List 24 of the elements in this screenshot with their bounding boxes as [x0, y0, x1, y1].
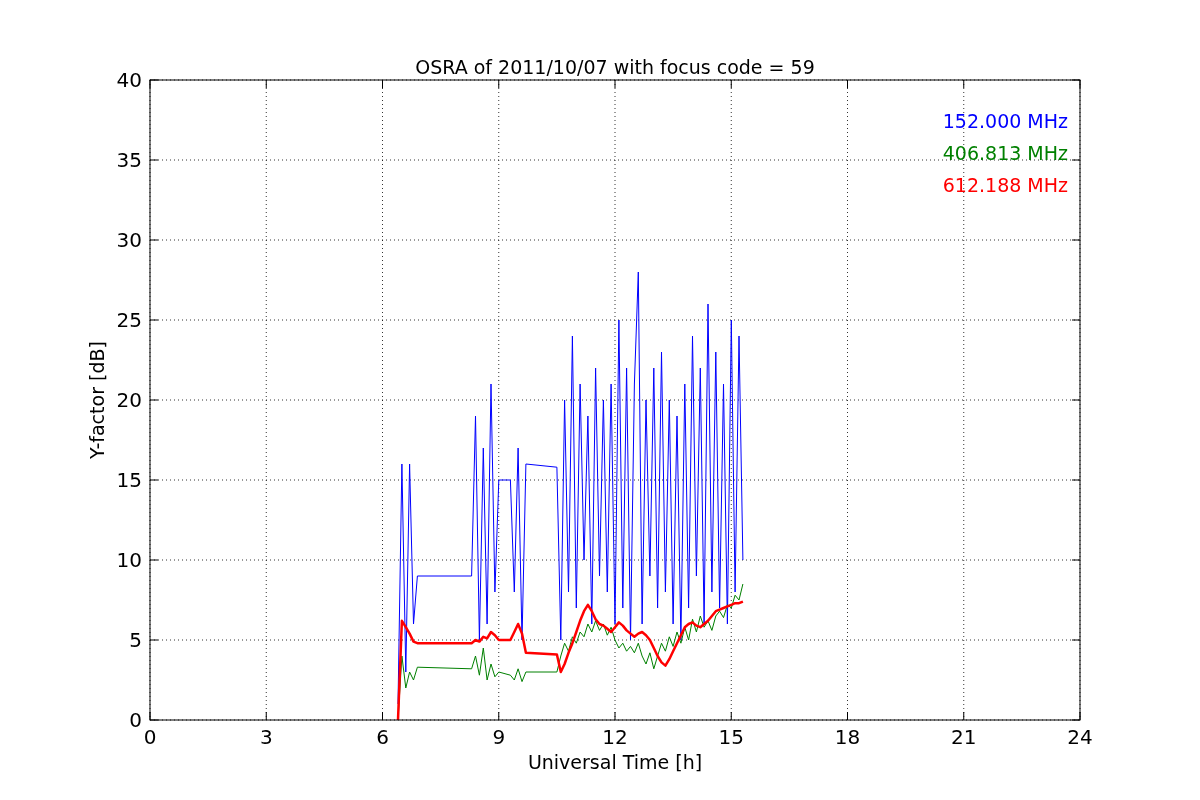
tick-label: 12 — [602, 725, 628, 749]
tick-label: 30 — [116, 228, 142, 252]
tick-label: 40 — [116, 68, 142, 92]
tick-label: 25 — [116, 308, 142, 332]
tick-label: 0 — [143, 725, 157, 749]
axis-label: Y-factor [dB] — [86, 341, 108, 459]
tick-label: 10 — [116, 548, 142, 572]
legend-label: 406.813 MHz — [942, 142, 1068, 164]
tick-label: 15 — [116, 468, 142, 492]
tick-label: 9 — [492, 725, 506, 749]
tick-label: 35 — [116, 148, 142, 172]
tick-label: 5 — [129, 628, 142, 652]
tick-label: 24 — [1067, 725, 1093, 749]
tick-label: 6 — [376, 725, 389, 749]
legend-label: 612.188 MHz — [942, 174, 1068, 196]
legend-label: 152.000 MHz — [942, 110, 1068, 132]
tick-label: 0 — [129, 708, 142, 732]
tick-label: 3 — [259, 725, 273, 749]
tick-label: 15 — [718, 725, 744, 749]
chart-title: OSRA of 2011/10/07 with focus code = 59 — [415, 56, 815, 78]
tick-label: 21 — [951, 725, 977, 749]
axis-label: Universal Time [h] — [527, 751, 703, 773]
tick-label: 20 — [116, 388, 142, 412]
tick-label: 18 — [834, 725, 861, 749]
